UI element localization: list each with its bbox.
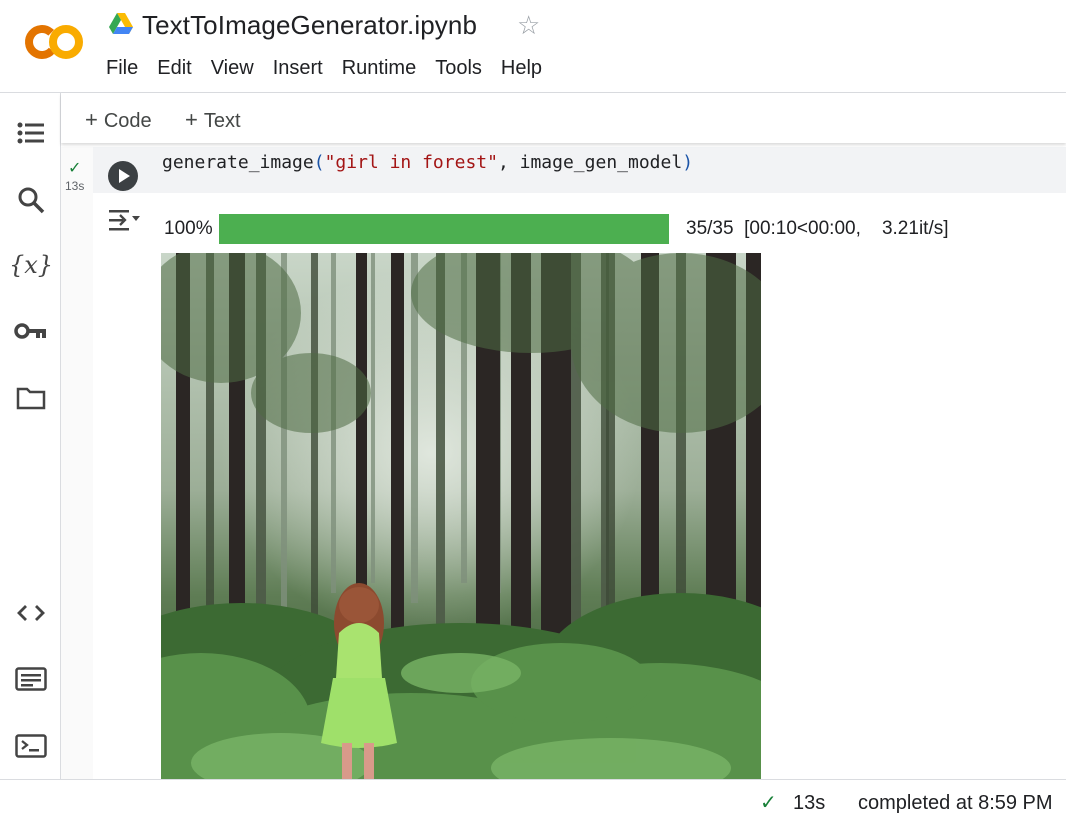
left-sidebar: {x}: [0, 93, 61, 779]
notebook-title[interactable]: TextToImageGenerator.ipynb: [142, 10, 477, 41]
progress-bar-fill: [219, 214, 669, 244]
cell-execution-time: 13s: [65, 179, 85, 193]
menu-runtime[interactable]: Runtime: [342, 56, 416, 80]
code-function: generate_image: [162, 152, 314, 173]
status-completed-time[interactable]: completed at 8:59 PM: [858, 792, 1053, 815]
plus-icon: +: [185, 107, 198, 132]
add-text-button[interactable]: + Text: [185, 107, 241, 133]
code-line[interactable]: generate_image("girl in forest", image_g…: [162, 152, 693, 173]
add-code-label: Code: [103, 110, 152, 132]
terminal-icon[interactable]: [14, 730, 48, 762]
variables-icon[interactable]: {x}: [9, 249, 53, 281]
menu-help[interactable]: Help: [501, 56, 542, 80]
menu-tools[interactable]: Tools: [435, 56, 482, 80]
cell-gutter: [61, 147, 93, 779]
progress-bar: [219, 214, 669, 244]
search-icon[interactable]: [14, 184, 48, 216]
add-code-button[interactable]: + Code: [85, 107, 152, 133]
plus-icon: +: [85, 107, 98, 132]
secrets-key-icon[interactable]: [14, 315, 48, 347]
google-drive-icon[interactable]: [108, 12, 134, 36]
table-of-contents-icon[interactable]: [14, 117, 48, 149]
code-second-arg: , image_gen_model: [497, 152, 683, 173]
menu-bar: File Edit View Insert Runtime Tools Help: [106, 56, 561, 80]
code-snippets-icon[interactable]: [14, 597, 48, 629]
menu-file[interactable]: File: [106, 56, 138, 80]
code-open-paren: (: [313, 152, 325, 173]
run-cell-button[interactable]: [108, 161, 138, 191]
code-close-paren: ): [682, 152, 694, 173]
execution-success-check-icon: ✓: [68, 160, 82, 177]
notebook-toolbar: + Code + Text: [61, 93, 1066, 143]
add-text-label: Text: [203, 110, 241, 132]
files-folder-icon[interactable]: [14, 382, 48, 414]
command-palette-icon[interactable]: [14, 663, 48, 695]
status-success-check-icon: ✓: [760, 792, 777, 814]
star-icon[interactable]: ☆: [517, 10, 540, 40]
progress-stats: 35/35 [00:10<00:00, 3.21it/s]: [686, 218, 949, 239]
progress-percent: 100%: [164, 218, 213, 239]
status-duration: 13s: [793, 792, 826, 814]
menu-view[interactable]: View: [211, 56, 254, 80]
menu-edit[interactable]: Edit: [157, 56, 191, 80]
output-actions-icon[interactable]: [106, 205, 142, 235]
generated-image: [161, 253, 761, 779]
notebook-header: TextToImageGenerator.ipynb ☆ File Edit V…: [0, 0, 1066, 93]
status-bar: ✓ 13s completed at 8:59 PM: [0, 779, 1066, 823]
menu-insert[interactable]: Insert: [273, 56, 323, 80]
code-string-arg: "girl in forest": [324, 152, 498, 173]
colab-logo[interactable]: [22, 22, 86, 62]
